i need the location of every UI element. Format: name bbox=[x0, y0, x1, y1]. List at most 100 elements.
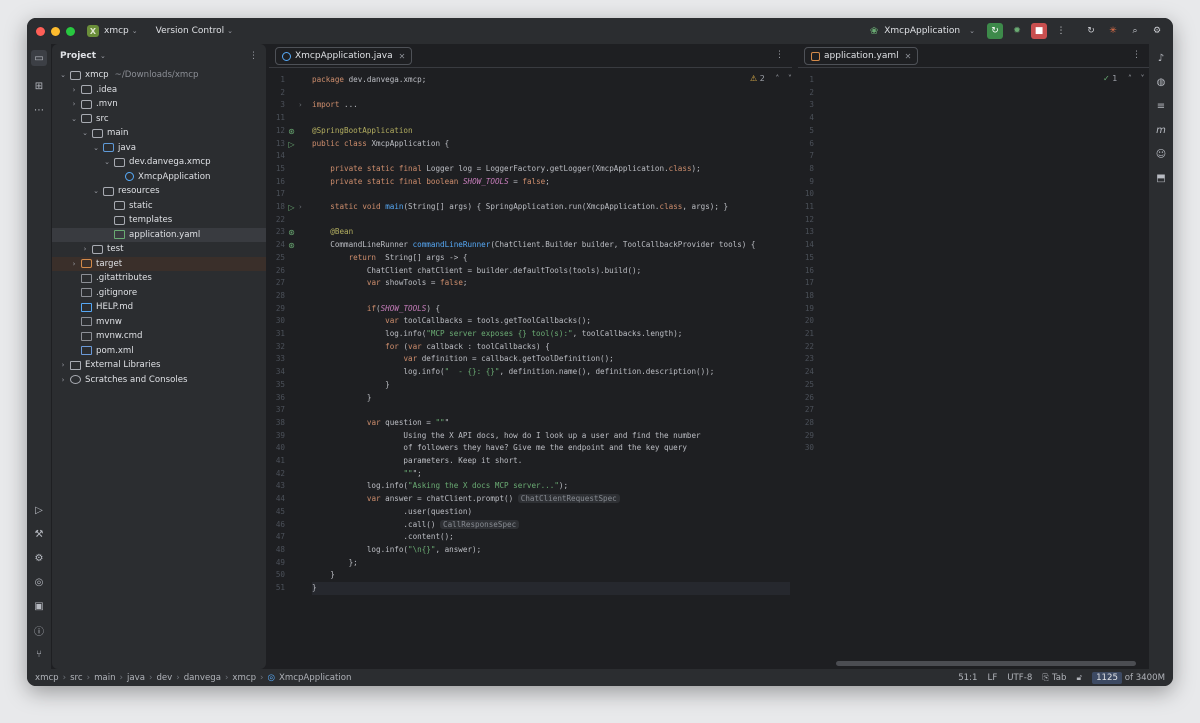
problems-icon[interactable]: ⓘ bbox=[31, 622, 47, 638]
tree-item[interactable]: templates bbox=[52, 213, 266, 228]
tree-item[interactable]: HELP.md bbox=[52, 300, 266, 315]
tree-item[interactable]: › test bbox=[52, 242, 266, 257]
inspection-widget[interactable]: ✓ 1 ˄ ˅ bbox=[1103, 74, 1144, 83]
notifications-bell-icon[interactable]: ♪ bbox=[1153, 50, 1169, 66]
tree-item[interactable]: .gitignore bbox=[52, 286, 266, 301]
run-config-selector[interactable]: XmcpApplication bbox=[884, 26, 960, 36]
spring-bean-icon[interactable]: ⊛ bbox=[287, 241, 296, 250]
chevron-down-icon[interactable]: ⌄ bbox=[91, 187, 101, 195]
breadcrumb-item[interactable]: java bbox=[127, 673, 145, 683]
lock-icon[interactable]: 🔓︎ bbox=[1077, 673, 1083, 683]
structure-icon[interactable]: ⊞ bbox=[31, 78, 47, 94]
breadcrumb-item[interactable]: xmcp bbox=[232, 673, 256, 683]
build-hammer-icon[interactable]: ⚒ bbox=[31, 526, 47, 542]
memory-indicator[interactable]: 1125 of 3400M bbox=[1092, 671, 1165, 684]
more-vertical-icon[interactable]: ⋮ bbox=[1132, 50, 1141, 60]
chevron-down-icon[interactable]: ⌄ bbox=[969, 27, 975, 35]
close-window-button[interactable] bbox=[36, 26, 45, 36]
more-vertical-icon[interactable]: ⋮ bbox=[1053, 23, 1069, 39]
tree-item[interactable]: pom.xml bbox=[52, 344, 266, 359]
project-name[interactable]: xmcp bbox=[104, 26, 129, 36]
chevron-down-icon[interactable]: ⌄ bbox=[58, 71, 68, 79]
chevron-right-icon[interactable]: › bbox=[69, 260, 79, 268]
tree-item[interactable]: ⌄ resources bbox=[52, 184, 266, 199]
vcs-menu[interactable]: Version Control bbox=[156, 26, 225, 36]
spring-bean-icon[interactable]: ⊛ bbox=[287, 228, 296, 237]
chevron-down-icon[interactable]: ⌄ bbox=[102, 158, 112, 166]
run-icon[interactable]: ▷ bbox=[31, 502, 47, 518]
tree-item[interactable]: ⌄ dev.danvega.xmcp bbox=[52, 155, 266, 170]
more-vertical-icon[interactable]: ⋮ bbox=[775, 50, 784, 60]
indent-setting[interactable]: ⎘ Tab bbox=[1042, 673, 1066, 683]
breadcrumb-item[interactable]: main bbox=[94, 673, 115, 683]
minimize-window-button[interactable] bbox=[51, 26, 60, 36]
services-icon[interactable]: ⚙ bbox=[31, 550, 47, 566]
terminal-icon[interactable]: ▣ bbox=[31, 598, 47, 614]
project-panel-title[interactable]: Project bbox=[60, 51, 96, 61]
tree-item[interactable]: › .mvn bbox=[52, 97, 266, 112]
chevron-down-icon[interactable]: ˅ bbox=[1140, 74, 1144, 83]
spring-bean-icon[interactable]: ⊛ bbox=[287, 127, 296, 136]
chevron-down-icon[interactable]: ⌄ bbox=[227, 27, 233, 35]
breadcrumb-item[interactable]: XmcpApplication bbox=[279, 673, 351, 683]
chevron-down-icon[interactable]: ⌄ bbox=[132, 27, 138, 35]
git-branch-icon[interactable]: ⑂ bbox=[31, 646, 47, 662]
fold-arrow-icon[interactable]: › bbox=[299, 99, 307, 112]
maven-icon[interactable]: m bbox=[1153, 122, 1169, 138]
breadcrumb-item[interactable]: danvega bbox=[184, 673, 221, 683]
tab-application-yaml[interactable]: application.yaml ✕ bbox=[804, 47, 919, 65]
breadcrumb-item[interactable]: src bbox=[70, 673, 83, 683]
copilot-icon[interactable]: ☺ bbox=[1153, 146, 1169, 162]
tree-item[interactable]: › Scratches and Consoles bbox=[52, 373, 266, 388]
close-icon[interactable]: ✕ bbox=[905, 52, 912, 61]
tree-item[interactable]: › target bbox=[52, 256, 266, 271]
tree-item[interactable]: › .idea bbox=[52, 83, 266, 98]
chevron-up-icon[interactable]: ˄ bbox=[775, 74, 779, 83]
fold-arrow-icon[interactable]: › bbox=[299, 201, 307, 214]
tree-item[interactable]: application.yaml bbox=[52, 227, 266, 242]
tab-xmcp-application-java[interactable]: XmcpApplication.java ✕ bbox=[275, 47, 413, 65]
chevron-right-icon[interactable]: › bbox=[69, 86, 79, 94]
tree-item[interactable]: ⌄ java bbox=[52, 141, 266, 156]
search-icon[interactable]: ⌕ bbox=[1127, 23, 1143, 39]
debug-run-icon[interactable]: ◎ bbox=[31, 574, 47, 590]
tree-item[interactable]: mvnw.cmd bbox=[52, 329, 266, 344]
tree-item[interactable]: ⌄ main bbox=[52, 126, 266, 141]
project-folder-icon[interactable]: ▭ bbox=[31, 50, 47, 66]
debug-icon[interactable]: ✹ bbox=[1009, 23, 1025, 39]
file-encoding[interactable]: UTF-8 bbox=[1007, 673, 1032, 683]
caret-position[interactable]: 51:1 bbox=[958, 673, 977, 683]
project-badge[interactable]: X bbox=[87, 25, 99, 37]
breadcrumb-item[interactable]: dev bbox=[156, 673, 172, 683]
chevron-up-icon[interactable]: ˄ bbox=[1128, 74, 1132, 83]
tree-item[interactable]: mvnw bbox=[52, 315, 266, 330]
settings-gear-icon[interactable]: ⚙ bbox=[1149, 23, 1165, 39]
tree-item[interactable]: static bbox=[52, 199, 266, 214]
tree-item[interactable]: .gitattributes bbox=[52, 271, 266, 286]
tree-item[interactable]: ⌄ xmcp ~/Downloads/xmcp bbox=[52, 68, 266, 83]
tree-item[interactable]: ⌄ src bbox=[52, 112, 266, 127]
stop-icon[interactable]: ■ bbox=[1031, 23, 1047, 39]
close-icon[interactable]: ✕ bbox=[399, 52, 406, 61]
claude-icon[interactable]: ✳ bbox=[1105, 23, 1121, 39]
chevron-right-icon[interactable]: › bbox=[58, 376, 68, 384]
chevron-right-icon[interactable]: › bbox=[58, 361, 68, 369]
run-gutter-icon[interactable]: ▷ bbox=[287, 140, 296, 149]
tree-item[interactable]: › External Libraries bbox=[52, 358, 266, 373]
horizontal-scrollbar[interactable] bbox=[836, 661, 1136, 666]
zoom-window-button[interactable] bbox=[66, 26, 75, 36]
ai-chat-icon[interactable]: ◍ bbox=[1153, 74, 1169, 90]
breadcrumb-item[interactable]: xmcp bbox=[35, 673, 59, 683]
chevron-down-icon[interactable]: ⌄ bbox=[80, 129, 90, 137]
more-horizontal-icon[interactable]: ⋯ bbox=[31, 102, 47, 118]
inspection-widget[interactable]: ⚠ 2 ˄ ˅ bbox=[750, 74, 792, 83]
chevron-right-icon[interactable]: › bbox=[80, 245, 90, 253]
rerun-icon[interactable]: ↻ bbox=[987, 23, 1003, 39]
database-icon[interactable]: ≡ bbox=[1153, 98, 1169, 114]
chevron-down-icon[interactable]: ⌄ bbox=[69, 115, 79, 123]
tree-item[interactable]: XmcpApplication bbox=[52, 170, 266, 185]
chevron-down-icon[interactable]: ˅ bbox=[788, 74, 792, 83]
line-separator[interactable]: LF bbox=[988, 673, 998, 683]
more-vertical-icon[interactable]: ⋮ bbox=[249, 51, 258, 61]
chevron-right-icon[interactable]: › bbox=[69, 100, 79, 108]
